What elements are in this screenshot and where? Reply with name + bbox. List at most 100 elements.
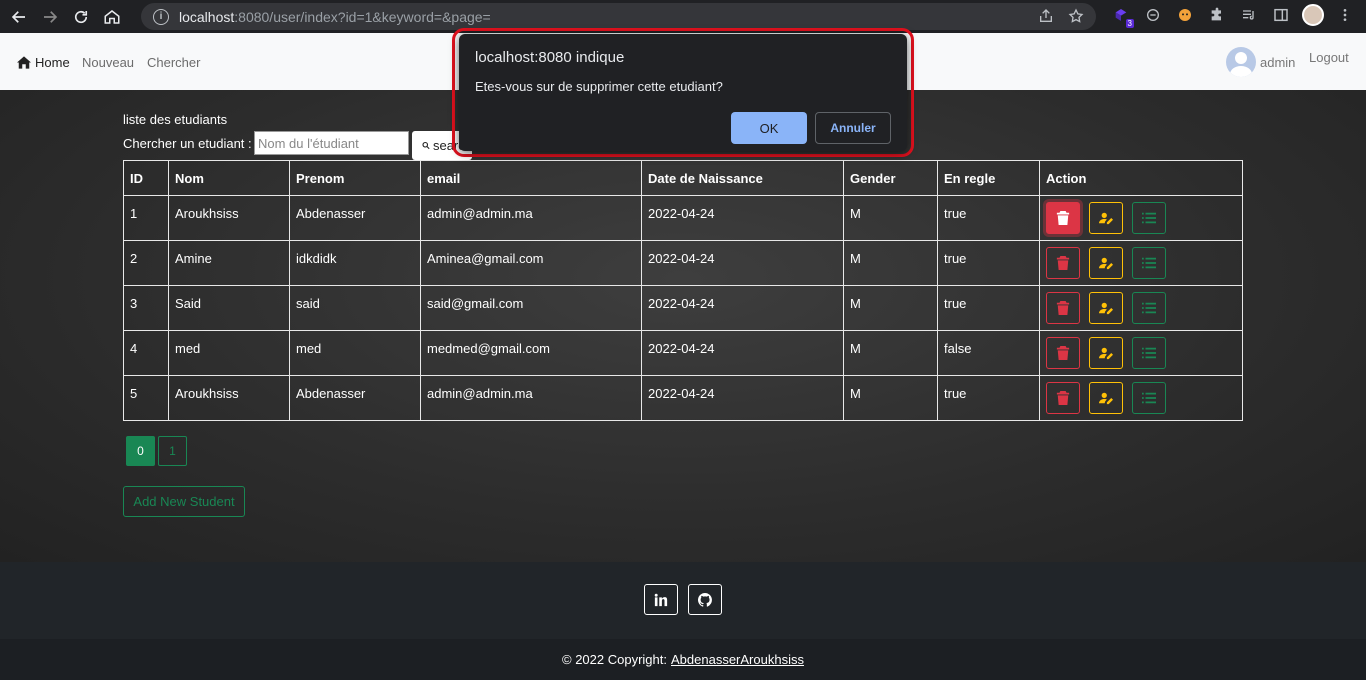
page-button-current[interactable]: 0 <box>126 436 155 466</box>
header-dob: Date de Naissance <box>641 160 844 196</box>
cell-nom: Aroukhsiss <box>168 375 290 421</box>
details-button[interactable] <box>1132 292 1166 324</box>
edit-button[interactable] <box>1089 337 1123 369</box>
linkedin-button[interactable] <box>644 584 678 615</box>
user-name: admin <box>1260 54 1296 70</box>
nav-new-link[interactable]: Nouveau <box>82 55 134 70</box>
cell-en-regle: true <box>937 285 1040 331</box>
profile-avatar[interactable] <box>1302 4 1324 26</box>
table-row: 4 med med medmed@gmail.com 2022-04-24 M … <box>123 330 1243 376</box>
page-button[interactable]: 1 <box>158 436 187 466</box>
delete-button[interactable] <box>1046 382 1080 414</box>
nav-home-link[interactable]: Home <box>17 55 70 70</box>
side-panel-icon[interactable] <box>1270 4 1292 26</box>
user-edit-icon <box>1099 347 1113 360</box>
add-student-button[interactable]: Add New Student <box>123 486 245 517</box>
sync-extension-icon[interactable] <box>1142 4 1164 26</box>
home-icon <box>17 56 31 69</box>
cell-nom: Amine <box>168 240 290 286</box>
details-button[interactable] <box>1132 337 1166 369</box>
cell-email: said@gmail.com <box>420 285 642 331</box>
cell-id: 4 <box>123 330 169 376</box>
user-edit-icon <box>1099 392 1113 405</box>
cell-en-regle: true <box>937 240 1040 286</box>
footer-social-section <box>0 562 1366 639</box>
face-extension-icon[interactable] <box>1174 4 1196 26</box>
dialog-title: localhost:8080 indique <box>475 49 625 66</box>
edit-button[interactable] <box>1089 202 1123 234</box>
home-icon[interactable] <box>100 5 124 29</box>
header-nom: Nom <box>168 160 290 196</box>
cell-email: Aminea@gmail.com <box>420 240 642 286</box>
puzzle-extensions-icon[interactable] <box>1206 4 1228 26</box>
footer-copyright: © 2022 Copyright: AbdenasserAroukhsiss <box>0 639 1366 680</box>
cell-dob: 2022-04-24 <box>641 330 844 376</box>
table-row: 3 Said said said@gmail.com 2022-04-24 M … <box>123 285 1243 331</box>
url-path: :8080/user/index?id=1&keyword=&page= <box>234 8 491 25</box>
header-email: email <box>420 160 642 196</box>
extension-badge: 3 <box>1125 19 1134 28</box>
user-menu[interactable]: admin <box>1226 47 1295 77</box>
delete-button[interactable] <box>1046 247 1080 279</box>
edit-button[interactable] <box>1089 247 1123 279</box>
list-icon <box>1142 392 1156 404</box>
list-icon <box>1142 257 1156 269</box>
cell-dob: 2022-04-24 <box>641 195 844 241</box>
cell-prenom: said <box>289 285 421 331</box>
logout-link[interactable]: Logout <box>1309 50 1349 65</box>
trash-icon <box>1056 211 1070 225</box>
list-icon <box>1142 212 1156 224</box>
header-gender: Gender <box>843 160 938 196</box>
share-icon[interactable] <box>1038 8 1054 27</box>
address-bar[interactable]: i localhost:8080/user/index?id=1&keyword… <box>141 3 1096 30</box>
cell-en-regle: false <box>937 330 1040 376</box>
nav-home-label: Home <box>35 55 70 70</box>
forward-arrow-icon[interactable] <box>38 5 62 29</box>
user-avatar-icon <box>1226 47 1256 77</box>
trash-icon <box>1056 256 1070 270</box>
cancel-button[interactable]: Annuler <box>815 112 891 144</box>
url-text[interactable]: localhost:8080/user/index?id=1&keyword=&… <box>179 9 491 25</box>
edit-button[interactable] <box>1089 382 1123 414</box>
search-icon <box>422 141 430 150</box>
cell-actions <box>1039 240 1243 286</box>
cell-prenom: Abdenasser <box>289 375 421 421</box>
extension-icon[interactable]: 3 <box>1110 4 1134 28</box>
search-input[interactable] <box>254 131 409 155</box>
delete-button[interactable] <box>1046 337 1080 369</box>
github-button[interactable] <box>688 584 722 615</box>
table-header-row: ID Nom Prenom email Date de Naissance Ge… <box>123 160 1243 196</box>
browser-menu-icon[interactable] <box>1334 4 1356 26</box>
trash-icon <box>1056 301 1070 315</box>
details-button[interactable] <box>1132 382 1166 414</box>
cell-nom: med <box>168 330 290 376</box>
details-button[interactable] <box>1132 247 1166 279</box>
list-icon <box>1142 302 1156 314</box>
author-link[interactable]: AbdenasserAroukhsiss <box>671 652 804 667</box>
copyright-text: © 2022 Copyright: <box>562 652 667 667</box>
cell-email: medmed@gmail.com <box>420 330 642 376</box>
user-edit-icon <box>1099 257 1113 270</box>
pagination: 0 1 <box>126 436 187 466</box>
edit-button[interactable] <box>1089 292 1123 324</box>
nav-search-link[interactable]: Chercher <box>147 55 200 70</box>
delete-button[interactable] <box>1046 202 1080 234</box>
search-label: Chercher un etudiant : <box>123 136 252 151</box>
students-table: ID Nom Prenom email Date de Naissance Ge… <box>123 160 1243 421</box>
user-edit-icon <box>1099 302 1113 315</box>
media-playlist-icon[interactable] <box>1238 4 1260 26</box>
dialog-message: Etes-vous sur de supprimer cette etudian… <box>475 79 723 94</box>
site-info-icon[interactable]: i <box>153 8 169 25</box>
delete-button[interactable] <box>1046 292 1080 324</box>
user-edit-icon <box>1099 212 1113 225</box>
details-button[interactable] <box>1132 202 1166 234</box>
back-arrow-icon[interactable] <box>7 5 31 29</box>
header-action: Action <box>1039 160 1243 196</box>
cell-id: 5 <box>123 375 169 421</box>
cell-dob: 2022-04-24 <box>641 285 844 331</box>
ok-button[interactable]: OK <box>731 112 807 144</box>
cell-dob: 2022-04-24 <box>641 375 844 421</box>
cell-gender: M <box>843 240 938 286</box>
reload-icon[interactable] <box>69 5 93 29</box>
bookmark-star-icon[interactable] <box>1068 8 1084 27</box>
